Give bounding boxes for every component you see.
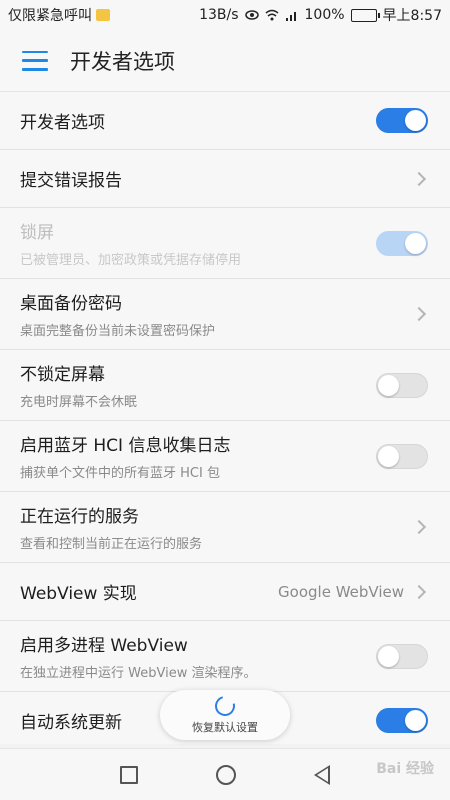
setting-bug-report[interactable]: 提交错误报告 xyxy=(0,150,450,208)
refresh-icon xyxy=(211,691,239,720)
setting-desktop-backup-password[interactable]: 桌面备份密码 桌面完整备份当前未设置密码保护 xyxy=(0,279,450,350)
reset-defaults-button[interactable]: 恢复默认设置 xyxy=(160,690,290,740)
setting-title: 正在运行的服务 xyxy=(20,507,139,527)
watermark: Bai 经验 xyxy=(376,761,434,777)
setting-title: 锁屏 xyxy=(20,223,54,243)
chevron-right-icon xyxy=(411,519,427,535)
battery-icon xyxy=(350,8,380,22)
bluetooth-hci-log-toggle[interactable] xyxy=(376,443,428,469)
setting-value: Google WebView xyxy=(278,582,404,601)
menu-icon[interactable] xyxy=(22,50,48,71)
status-time: 早上8:57 xyxy=(382,8,442,24)
eye-icon xyxy=(244,10,259,20)
setting-subtitle: 捕获单个文件中的所有蓝牙 HCI 包 xyxy=(20,466,220,481)
multiprocess-webview-toggle[interactable] xyxy=(376,643,428,669)
chevron-right-icon xyxy=(411,584,427,599)
notification-icon xyxy=(96,9,110,21)
setting-subtitle: 充电时屏幕不会休眠 xyxy=(20,395,138,410)
home-icon[interactable] xyxy=(216,764,236,785)
setting-title: 不锁定屏幕 xyxy=(20,365,105,385)
page-title: 开发者选项 xyxy=(70,49,175,74)
app-bar: 开发者选项 xyxy=(0,30,450,92)
setting-title: 启用蓝牙 HCI 信息收集日志 xyxy=(20,436,231,456)
chevron-right-icon xyxy=(411,171,427,186)
setting-subtitle: 桌面完整备份当前未设置密码保护 xyxy=(20,324,216,339)
setting-running-services[interactable]: 正在运行的服务 查看和控制当前正在运行的服务 xyxy=(0,492,450,563)
setting-webview-implementation[interactable]: WebView 实现 Google WebView xyxy=(0,563,450,621)
signal-icon xyxy=(285,12,296,21)
network-speed: 13B/s xyxy=(199,7,239,23)
wifi-icon xyxy=(265,9,278,21)
setting-subtitle: 在独立进程中运行 WebView 渲染程序。 xyxy=(20,666,257,681)
setting-title: 提交错误报告 xyxy=(20,171,122,191)
carrier-text: 仅限紧急呼叫 xyxy=(8,8,92,24)
setting-multiprocess-webview[interactable]: 启用多进程 WebView 在独立进程中运行 WebView 渲染程序。 xyxy=(0,621,450,692)
chevron-right-icon xyxy=(411,306,427,322)
settings-list: 开发者选项 提交错误报告 锁屏 已被管理员、加密政策或凭据存储停用 桌面备份密码… xyxy=(0,92,450,744)
setting-title: 桌面备份密码 xyxy=(20,294,122,314)
setting-title: WebView 实现 xyxy=(20,584,137,604)
setting-bluetooth-hci-log[interactable]: 启用蓝牙 HCI 信息收集日志 捕获单个文件中的所有蓝牙 HCI 包 xyxy=(0,421,450,492)
developer-options-toggle[interactable] xyxy=(376,108,428,133)
setting-developer-options[interactable]: 开发者选项 xyxy=(0,92,450,150)
reset-defaults-label: 恢复默认设置 xyxy=(192,720,258,734)
setting-title: 启用多进程 WebView xyxy=(20,636,188,656)
battery-percent: 100% xyxy=(304,7,345,23)
setting-subtitle: 查看和控制当前正在运行的服务 xyxy=(20,537,203,552)
recent-apps-icon[interactable] xyxy=(120,765,138,784)
status-bar: 仅限紧急呼叫 13B/s 100% 早上8:57 xyxy=(0,0,450,30)
auto-system-update-toggle[interactable] xyxy=(376,708,428,733)
setting-lock-screen: 锁屏 已被管理员、加密政策或凭据存储停用 xyxy=(0,208,450,279)
setting-stay-awake[interactable]: 不锁定屏幕 充电时屏幕不会休眠 xyxy=(0,350,450,421)
lock-screen-toggle xyxy=(376,230,428,256)
back-icon[interactable] xyxy=(314,764,330,785)
stay-awake-toggle[interactable] xyxy=(376,372,428,398)
setting-subtitle: 已被管理员、加密政策或凭据存储停用 xyxy=(20,253,242,268)
setting-title: 开发者选项 xyxy=(20,113,105,133)
